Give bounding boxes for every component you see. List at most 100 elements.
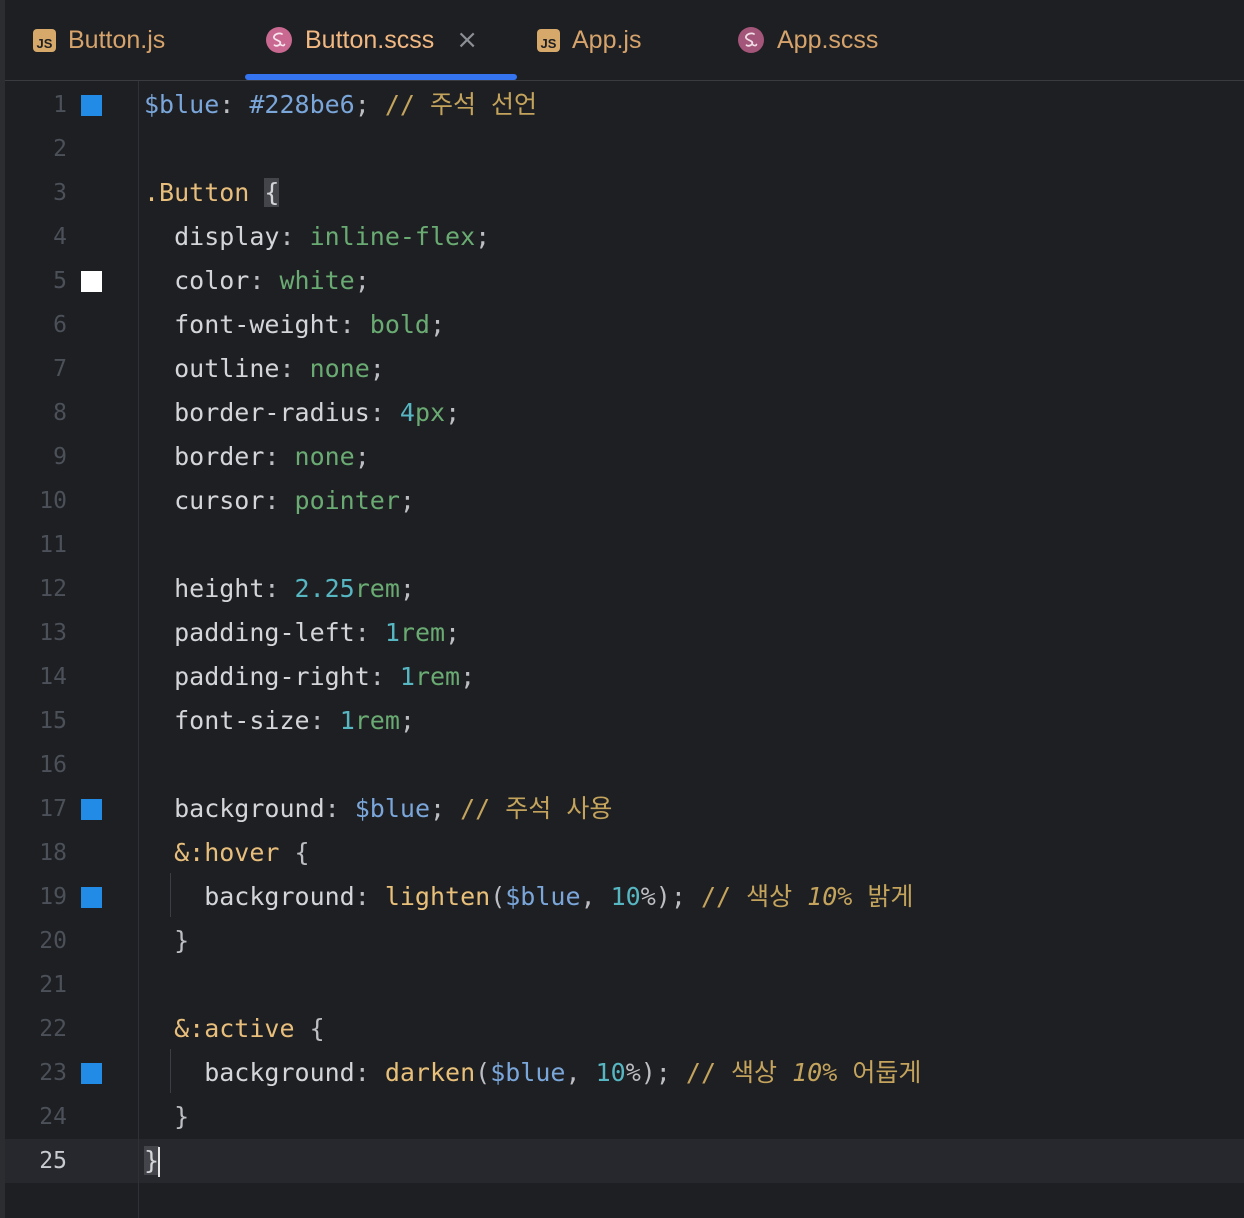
code-line[interactable]: 12 height: 2.25rem; [5,567,1244,611]
code-text: .Button { [144,171,280,215]
code-line[interactable]: 11 [5,523,1244,567]
code-token: $blue [505,882,581,911]
code-line[interactable]: 24 } [5,1095,1244,1139]
code-token: : [354,618,385,647]
tab-button-scss[interactable]: Button.scss × [265,0,478,80]
code-line[interactable]: 19 background: lighten($blue, 10%); // 색… [5,875,1244,919]
code-token: $blue [144,90,220,119]
code-line[interactable]: 13 padding-left: 1rem; [5,611,1244,655]
code-token: : [264,442,295,471]
color-swatch-icon[interactable] [81,271,102,292]
code-token: %); [640,882,701,911]
code-token: } [144,926,190,955]
code-token: ; [399,574,415,603]
code-text: border-radius: 4px; [144,391,460,435]
code-line[interactable]: 7 outline: none; [5,347,1244,391]
code-token: ; [445,398,461,427]
code-token: font-size [144,706,310,735]
code-token: lighten [384,882,491,911]
code-line[interactable]: 4 display: inline-flex; [5,215,1244,259]
tab-label: Button.scss [305,25,435,54]
code-line[interactable]: 3 .Button { [5,171,1244,215]
code-token: : [309,706,340,735]
color-swatch-icon[interactable] [81,95,102,116]
code-line[interactable]: 22 &:active { [5,1007,1244,1051]
code-line[interactable]: 6 font-weight: bold; [5,303,1244,347]
line-number[interactable]: 24 [5,1095,67,1139]
line-number[interactable]: 23 [5,1051,67,1095]
code-text: font-size: 1rem; [144,699,415,743]
line-number[interactable]: 5 [5,259,67,303]
tab-button-js[interactable]: JS Button.js [33,0,165,80]
close-tab-icon[interactable]: × [456,25,478,55]
code-token: rem [354,706,400,735]
code-token: darken [384,1058,476,1087]
code-text: cursor: pointer; [144,479,415,523]
line-number[interactable]: 17 [5,787,67,831]
line-number[interactable]: 6 [5,303,67,347]
code-text: background: $blue; // 주석 사용 [144,787,612,831]
code-line[interactable]: 23 background: darken($blue, 10%); // 색상… [5,1051,1244,1095]
color-swatch-icon[interactable] [81,887,102,908]
color-swatch-icon[interactable] [81,799,102,820]
sass-file-icon [738,27,764,53]
code-token: : [354,1058,385,1087]
code-line[interactable]: 20 } [5,919,1244,963]
tab-app-js[interactable]: JS App.js [537,0,641,80]
line-number[interactable]: 14 [5,655,67,699]
line-number[interactable]: 3 [5,171,67,215]
line-number[interactable]: 1 [5,83,67,127]
line-number[interactable]: 9 [5,435,67,479]
code-text: } [144,919,189,963]
code-line[interactable]: 2 [5,127,1244,171]
tab-app-scss[interactable]: App.scss [737,0,878,80]
code-line[interactable]: 14 padding-right: 1rem; [5,655,1244,699]
line-number[interactable]: 21 [5,963,67,1007]
line-number[interactable]: 22 [5,1007,67,1051]
line-number[interactable]: 18 [5,831,67,875]
code-token: ; [399,706,415,735]
line-number[interactable]: 19 [5,875,67,919]
code-token: // 색상 [685,1058,793,1087]
code-token: inline-flex [309,222,476,251]
code-line[interactable]: 9 border: none; [5,435,1244,479]
sass-file-icon [266,27,292,53]
code-line[interactable]: 17 background: $blue; // 주석 사용 [5,787,1244,831]
line-number[interactable]: 13 [5,611,67,655]
line-number[interactable]: 20 [5,919,67,963]
line-number[interactable]: 2 [5,127,67,171]
code-token: { [264,178,280,207]
code-line[interactable]: 18 &:hover { [5,831,1244,875]
code-token: // 주석 사용 [460,794,613,823]
code-token: display [144,222,280,251]
line-number[interactable]: 8 [5,391,67,435]
line-number[interactable]: 7 [5,347,67,391]
code-token: $blue [354,794,430,823]
code-editor[interactable]: 1 $blue: #228be6; // 주석 선언 2 3 .Button {4 di… [5,81,1244,1218]
color-swatch-icon[interactable] [81,1063,102,1084]
js-file-icon: JS [33,28,56,52]
line-number[interactable]: 25 [5,1139,67,1183]
code-line[interactable]: 10 cursor: pointer; [5,479,1244,523]
code-line[interactable]: 25} [5,1139,1244,1183]
line-number[interactable]: 12 [5,567,67,611]
line-number[interactable]: 11 [5,523,67,567]
code-token: cursor [144,486,265,515]
code-line[interactable]: 5 color: white; [5,259,1244,303]
code-token: ; [354,266,370,295]
text-caret [158,1147,161,1177]
line-number[interactable]: 10 [5,479,67,523]
tab-label: App.scss [777,25,879,54]
code-line[interactable]: 16 [5,743,1244,787]
code-line[interactable]: 15 font-size: 1rem; [5,699,1244,743]
line-number[interactable]: 15 [5,699,67,743]
line-number[interactable]: 4 [5,215,67,259]
code-token: { [279,838,310,867]
code-text: outline: none; [144,347,385,391]
code-line[interactable]: 1 $blue: #228be6; // 주석 선언 [5,83,1244,127]
line-number[interactable]: 16 [5,743,67,787]
code-line[interactable]: 21 [5,963,1244,1007]
code-line[interactable]: 8 border-radius: 4px; [5,391,1244,435]
code-token: rem [399,618,446,647]
